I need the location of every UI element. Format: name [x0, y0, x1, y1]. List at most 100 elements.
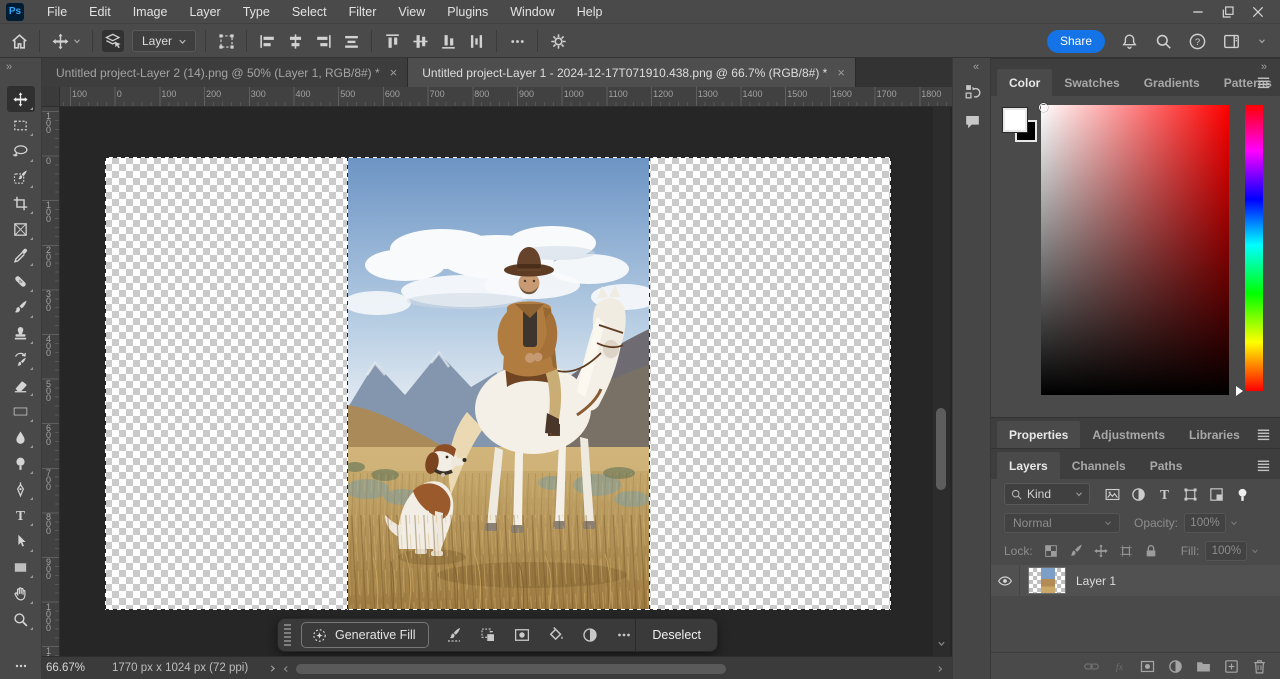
- comment-icon[interactable]: [960, 109, 984, 133]
- hue-slider-indicator[interactable]: [1236, 386, 1243, 396]
- lock-artb-icon[interactable]: [1118, 543, 1134, 559]
- horizontal-scrollbar-thumb[interactable]: [296, 664, 726, 674]
- pen-tool[interactable]: [7, 476, 35, 502]
- menu-edit[interactable]: Edit: [78, 0, 122, 24]
- foreground-background-swatches[interactable]: [1003, 108, 1043, 148]
- zoom-level-field[interactable]: 66.67%: [46, 662, 102, 674]
- frame-tool[interactable]: [7, 216, 35, 242]
- eyedropper-tool[interactable]: [7, 242, 35, 268]
- path-selection-tool[interactable]: [7, 528, 35, 554]
- opacity-field[interactable]: 100%: [1184, 513, 1226, 533]
- lock-checker-icon[interactable]: [1043, 543, 1059, 559]
- folder-icon[interactable]: [1195, 658, 1212, 675]
- close-button[interactable]: [1250, 4, 1266, 20]
- imgf-filter-icon[interactable]: [1104, 486, 1121, 503]
- blend-mode-dropdown[interactable]: Normal: [1004, 513, 1120, 533]
- menu-layer[interactable]: Layer: [178, 0, 231, 24]
- hand-tool[interactable]: [7, 580, 35, 606]
- history-brush-tool[interactable]: [7, 346, 35, 372]
- move-tool-preset-icon[interactable]: [49, 30, 71, 52]
- align-left-icon[interactable]: [256, 30, 278, 52]
- menu-filter[interactable]: Filter: [338, 0, 388, 24]
- vertical-scrollbar[interactable]: [933, 107, 950, 656]
- scroll-left-icon[interactable]: [280, 663, 292, 675]
- type-tool[interactable]: [7, 502, 35, 528]
- help-icon[interactable]: [1188, 32, 1207, 51]
- align-bottom-icon[interactable]: [437, 30, 459, 52]
- dist-v-icon[interactable]: [465, 30, 487, 52]
- tab-swatches[interactable]: Swatches: [1052, 69, 1131, 96]
- auto-select-icon[interactable]: [102, 30, 124, 52]
- plussq-icon[interactable]: [1223, 658, 1240, 675]
- trash-icon[interactable]: [1251, 658, 1268, 675]
- deselect-button[interactable]: Deselect: [635, 619, 717, 651]
- toolbar-collapse-icon[interactable]: »: [0, 58, 41, 73]
- minimize-button[interactable]: [1190, 4, 1206, 20]
- mask-icon[interactable]: [513, 626, 531, 644]
- auto-select-target-dropdown[interactable]: Layer: [132, 30, 196, 52]
- align-middle-icon[interactable]: [409, 30, 431, 52]
- workspace-settings-gear-icon[interactable]: [547, 30, 569, 52]
- show-transform-controls-icon[interactable]: [215, 30, 237, 52]
- document-tab[interactable]: Untitled project-Layer 1 - 2024-12-17T07…: [408, 58, 856, 87]
- align-center-h-icon[interactable]: [284, 30, 306, 52]
- lock-lock-icon[interactable]: [1143, 543, 1159, 559]
- tab-paths[interactable]: Paths: [1138, 452, 1195, 479]
- tab-close-icon[interactable]: ×: [837, 66, 845, 79]
- tab-adjustments[interactable]: Adjustments: [1080, 421, 1177, 448]
- dots-icon[interactable]: [615, 626, 633, 644]
- document-tab[interactable]: Untitled project-Layer 2 (14).png @ 50% …: [42, 58, 408, 87]
- more-options-icon[interactable]: [506, 30, 528, 52]
- link-icon[interactable]: [1083, 658, 1100, 675]
- hue-slider[interactable]: [1245, 105, 1263, 391]
- blur-tool[interactable]: [7, 424, 35, 450]
- edit-toolbar-icon[interactable]: [0, 658, 42, 674]
- bell-icon[interactable]: [1120, 32, 1139, 51]
- dist-h-icon[interactable]: [340, 30, 362, 52]
- layer-filter-kind-dropdown[interactable]: Kind: [1004, 483, 1090, 505]
- chevron-down-icon[interactable]: [71, 35, 83, 47]
- dodge-tool[interactable]: [7, 450, 35, 476]
- lock-brush-icon[interactable]: [1068, 543, 1084, 559]
- gradient-tool[interactable]: [7, 398, 35, 424]
- crop-tool[interactable]: [7, 190, 35, 216]
- tab-libraries[interactable]: Libraries: [1177, 421, 1252, 448]
- invert-icon[interactable]: [479, 626, 497, 644]
- saturation-brightness-field[interactable]: [1041, 105, 1229, 395]
- panel-menu-icon[interactable]: [1255, 457, 1272, 474]
- menu-plugins[interactable]: Plugins: [436, 0, 499, 24]
- tab-layers[interactable]: Layers: [997, 452, 1060, 479]
- layer-row[interactable]: Layer 1: [991, 565, 1280, 596]
- fx-icon[interactable]: [1111, 658, 1128, 675]
- align-top-icon[interactable]: [381, 30, 403, 52]
- vertical-scrollbar-thumb[interactable]: [936, 408, 946, 490]
- adj-filter-icon[interactable]: [1130, 486, 1147, 503]
- tab-channels[interactable]: Channels: [1060, 452, 1138, 479]
- adj-icon[interactable]: [581, 626, 599, 644]
- menu-view[interactable]: View: [387, 0, 436, 24]
- fill-field[interactable]: 100%: [1205, 541, 1247, 561]
- tab-color[interactable]: Color: [997, 69, 1052, 96]
- healing-brush-tool[interactable]: [7, 268, 35, 294]
- panel-menu-icon[interactable]: [1255, 74, 1272, 91]
- brush-tool[interactable]: [7, 294, 35, 320]
- task-bar-drag-handle[interactable]: [284, 624, 291, 646]
- layer-visibility-eye-icon[interactable]: [991, 565, 1020, 596]
- horizontal-scrollbar[interactable]: [286, 659, 930, 678]
- mask-icon[interactable]: [1139, 658, 1156, 675]
- move-tool[interactable]: [7, 86, 35, 112]
- shapef-filter-icon[interactable]: [1182, 486, 1199, 503]
- selbrush-icon[interactable]: [445, 626, 463, 644]
- chevron-down-icon[interactable]: [1228, 517, 1240, 529]
- home-icon[interactable]: [8, 30, 30, 52]
- tab-properties[interactable]: Properties: [997, 421, 1080, 448]
- canvas[interactable]: [105, 157, 891, 610]
- pin-filter-icon[interactable]: [1234, 486, 1251, 503]
- share-button[interactable]: Share: [1047, 30, 1105, 53]
- restore-button[interactable]: [1220, 4, 1236, 20]
- search-icon[interactable]: [1154, 32, 1173, 51]
- scroll-right-icon[interactable]: [934, 663, 946, 675]
- panel-strip-collapse-icon[interactable]: «: [953, 58, 990, 73]
- menu-type[interactable]: Type: [232, 0, 281, 24]
- workspace-switcher[interactable]: [1256, 35, 1268, 47]
